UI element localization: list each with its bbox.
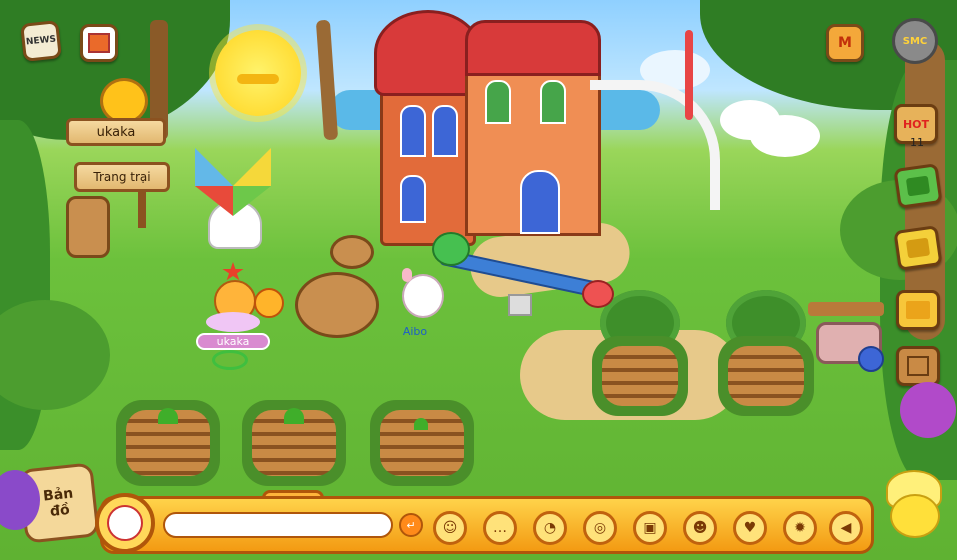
castle-door[interactable]: [520, 170, 560, 234]
log: [66, 196, 110, 258]
bush-left: [0, 300, 110, 410]
window: [400, 105, 426, 157]
castle: [374, 10, 601, 246]
crate-icon: [907, 356, 929, 376]
news-button[interactable]: NEWS: [20, 20, 62, 62]
window: [432, 105, 458, 157]
speech-bubble-button[interactable]: …: [483, 511, 517, 545]
tree-stump: [295, 272, 379, 338]
folder-icon: [906, 301, 930, 319]
player-name-label: ukaka: [196, 333, 270, 350]
chat-toolbar: ↵ ☺ … ◔ ◎ ▣ ☻ ♥ ✹ ◀: [95, 493, 874, 554]
mascot-face: [890, 494, 940, 538]
mascot-helper[interactable]: [880, 470, 944, 542]
well-roof: [808, 302, 884, 316]
yellow-book-button[interactable]: [893, 225, 943, 271]
photo-frame-button[interactable]: [80, 24, 118, 62]
speaker-icon: ◀: [840, 520, 852, 536]
garden-plot[interactable]: [718, 336, 814, 416]
chat-input[interactable]: [163, 512, 393, 538]
castle-roof: [465, 20, 601, 76]
angry-face-button[interactable]: ✹: [783, 511, 817, 545]
window: [485, 80, 511, 124]
chest-icon: ▣: [643, 520, 657, 536]
green-book-button[interactable]: [893, 163, 943, 209]
game-scene: ukaka Aibo NEWS ukaka Trang trại M SMC H…: [0, 0, 957, 560]
avatar-cloud: [206, 312, 260, 332]
garden-plot[interactable]: [592, 336, 688, 416]
game-menu-button[interactable]: M: [826, 24, 864, 62]
lamp-post: [685, 30, 693, 120]
sprout-icon: [414, 418, 428, 430]
sprout-icon: [284, 408, 304, 424]
window: [400, 175, 426, 223]
hot-count: 11: [910, 136, 924, 149]
photo-frame-icon: [88, 33, 110, 53]
castle-staircase: [590, 80, 720, 210]
hot-label: HOT: [902, 117, 930, 131]
pinwheel-blade: [233, 148, 271, 186]
red-npc[interactable]: [582, 280, 614, 308]
tree-stump: [330, 235, 374, 269]
sun-mustache: [237, 74, 279, 84]
aibo-ear: [402, 268, 412, 282]
castle-tower: [380, 70, 476, 246]
speaker-button[interactable]: ◀: [829, 511, 863, 545]
target-button[interactable]: ◎: [583, 511, 617, 545]
pinwheel-blade: [195, 148, 233, 186]
sun-icon: [215, 30, 301, 116]
enter-arrow-icon: ↵: [406, 518, 416, 532]
smc-badge-button[interactable]: SMC: [892, 18, 938, 64]
player-name-sign: ukaka: [66, 118, 166, 146]
target-icon: ◎: [593, 520, 607, 536]
player-avatar[interactable]: [206, 262, 260, 332]
crate-button[interactable]: [896, 346, 940, 386]
action-face-icon: ☻: [692, 520, 708, 536]
window: [540, 80, 566, 124]
pet-aibo[interactable]: [398, 268, 444, 322]
bucket: [858, 346, 884, 372]
pet-fox[interactable]: [254, 288, 284, 318]
ring-emote-button[interactable]: ◔: [533, 511, 567, 545]
m-logo-icon: M: [838, 35, 852, 51]
seesaw-base: [508, 294, 532, 316]
map-label-line2: đồ: [49, 501, 71, 520]
yellow-book-icon: [905, 237, 931, 259]
windmill[interactable]: [188, 140, 278, 250]
map-label-line1: Bản: [42, 485, 74, 505]
smile-emote-icon: ☺: [442, 520, 458, 536]
action-face-button[interactable]: ☻: [683, 511, 717, 545]
cloud: [750, 115, 820, 157]
heart-face-icon: ♥: [743, 520, 757, 536]
green-npc[interactable]: [432, 232, 470, 266]
folder-button[interactable]: [896, 290, 940, 330]
angry-face-icon: ✹: [794, 520, 806, 536]
palm-trunk: [315, 19, 339, 141]
send-enter-button[interactable]: ↵: [399, 513, 423, 537]
signpost-pole: [138, 190, 146, 228]
green-book-icon: [905, 175, 931, 197]
pet-name-label: Aibo: [402, 325, 428, 338]
profile-avatar-button[interactable]: [95, 493, 155, 553]
farm-sign[interactable]: Trang trại: [74, 162, 170, 192]
heart-face-button[interactable]: ♥: [733, 511, 767, 545]
news-label: NEWS: [25, 34, 57, 48]
chest-button[interactable]: ▣: [633, 511, 667, 545]
purple-flower: [900, 382, 956, 438]
garden-plot[interactable]: [370, 400, 474, 486]
sprout-icon: [158, 408, 178, 424]
profile-face-icon: [107, 505, 143, 541]
avatar-star-icon: [222, 262, 244, 281]
smile-emote-button[interactable]: ☺: [433, 511, 467, 545]
player-shadow-ring: [212, 350, 248, 370]
speech-bubble-icon: …: [493, 520, 507, 536]
smc-label: SMC: [902, 35, 928, 47]
ring-emote-icon: ◔: [543, 520, 557, 536]
